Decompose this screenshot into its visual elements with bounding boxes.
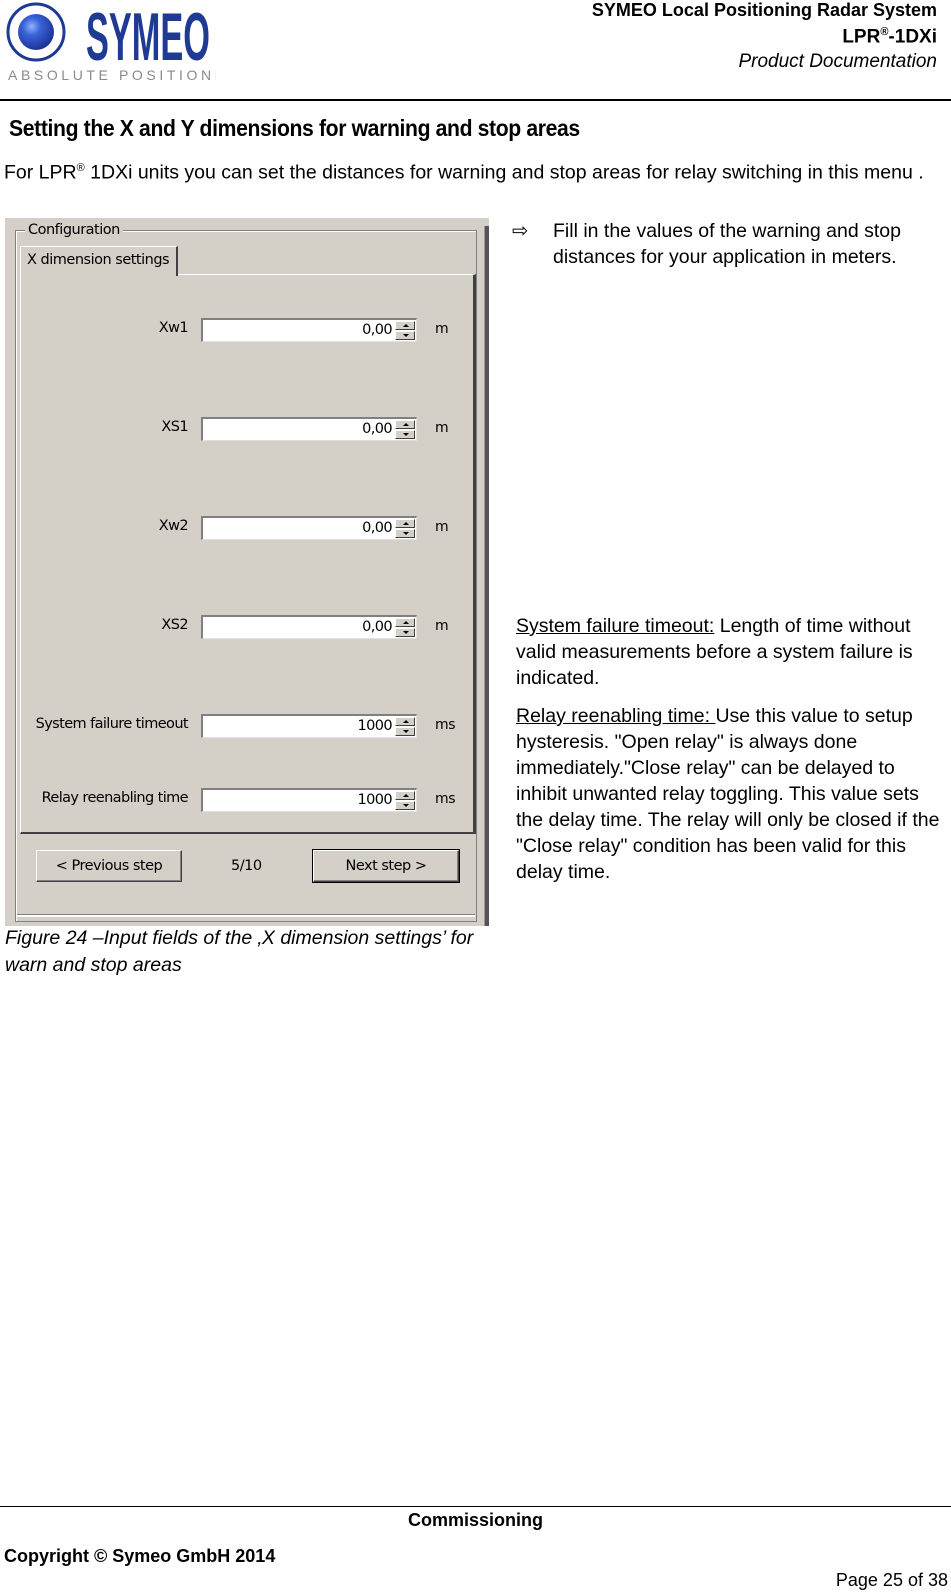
xw1-value: 0,00	[362, 322, 392, 338]
xs1-input[interactable]: 0,00	[201, 417, 417, 441]
spin-up-icon[interactable]	[395, 420, 415, 429]
instruction-bullet: Fill in the values of the warning and st…	[553, 220, 901, 268]
definition-text: Use this value to setup hysteresis. "Ope…	[516, 705, 940, 883]
system-failure-timeout-spinner[interactable]	[395, 717, 415, 737]
field-label-xs1: XS1	[161, 419, 188, 435]
tab-x-dimension-settings[interactable]: X dimension settings	[20, 246, 178, 276]
xs1-spinner[interactable]	[395, 420, 415, 440]
field-label-relay-reenabling-time: Relay reenabling time	[41, 790, 189, 806]
intro-paragraph: For LPR® 1DXi units you can set the dist…	[4, 155, 949, 186]
footer-divider	[0, 1506, 951, 1507]
field-label-xs2: XS2	[161, 617, 188, 633]
arrow-right-icon: ⇨	[512, 220, 529, 242]
footer-section: Commissioning	[407, 1510, 543, 1530]
xs1-value: 0,00	[362, 421, 392, 437]
spin-up-icon[interactable]	[395, 519, 415, 528]
relay-reenabling-time-description: Relay reenabling time: Use this value to…	[516, 703, 946, 885]
footer-copyright: Copyright © Symeo GmbH 2014	[4, 1546, 276, 1566]
spin-up-icon[interactable]	[395, 791, 415, 800]
system-failure-timeout-input[interactable]: 1000	[201, 714, 417, 738]
product-prefix: LPR	[842, 26, 881, 48]
field-label-xw1: Xw1	[158, 320, 189, 336]
section-heading: Setting the X and Y dimensions for warni…	[9, 115, 580, 141]
xw2-value: 0,00	[362, 520, 392, 536]
system-failure-timeout-description: System failure timeout: Length of time w…	[516, 613, 946, 691]
spin-down-icon[interactable]	[395, 628, 415, 637]
relay-reenabling-time-input[interactable]: 1000	[201, 788, 417, 812]
step-indicator: 5/10	[231, 858, 262, 874]
header-title: SYMEO Local Positioning Radar System	[591, 0, 937, 20]
xs2-unit: m	[435, 618, 449, 634]
field-label-xw2: Xw2	[158, 518, 189, 534]
spin-up-icon[interactable]	[395, 321, 415, 330]
dialog-edge	[484, 226, 489, 926]
page-number: Page 25 of 38	[835, 1570, 948, 1590]
xw1-input[interactable]: 0,00	[201, 318, 417, 342]
spin-down-icon[interactable]	[395, 430, 415, 439]
header-doc-type: Product Documentation	[738, 51, 937, 73]
registered-mark: ®	[76, 162, 85, 174]
figure-caption: Figure 24 –Input fields of the ‚X dimens…	[5, 927, 474, 976]
xs2-spinner[interactable]	[395, 618, 415, 638]
spin-down-icon[interactable]	[395, 801, 415, 810]
document-header: SYMEO Local Positioning Radar System LPR…	[592, 0, 937, 75]
spin-down-icon[interactable]	[395, 529, 415, 538]
xw2-unit: m	[435, 519, 449, 535]
xw2-spinner[interactable]	[395, 519, 415, 539]
term-system-failure-timeout: System failure timeout:	[516, 615, 715, 637]
spin-down-icon[interactable]	[395, 727, 415, 736]
symeo-sphere-icon: SYMEO ABSOLUTE POSITIONING	[6, 0, 247, 83]
xw1-spinner[interactable]	[395, 321, 415, 341]
previous-step-button[interactable]: < Previous step	[36, 850, 182, 882]
relay-reenabling-time-value: 1000	[357, 792, 392, 808]
x-dimension-panel	[20, 274, 476, 834]
spin-up-icon[interactable]	[395, 618, 415, 627]
configuration-group-label: Configuration	[25, 222, 123, 238]
relay-reenabling-time-spinner[interactable]	[395, 791, 415, 811]
xw2-input[interactable]: 0,00	[201, 516, 417, 540]
xs2-value: 0,00	[362, 619, 392, 635]
intro-prefix: For LPR	[4, 161, 77, 184]
relay-reenabling-time-unit: ms	[435, 791, 456, 807]
config-dialog-screenshot: Configuration X dimension settings Xw1 0…	[5, 218, 489, 926]
system-failure-timeout-unit: ms	[435, 717, 456, 733]
symeo-logo: SYMEO ABSOLUTE POSITIONING	[6, 0, 247, 84]
header-product: LPR®-1DXi	[592, 20, 937, 49]
xs1-unit: m	[435, 420, 449, 436]
symeo-tagline: ABSOLUTE POSITIONING	[8, 67, 216, 83]
spin-up-icon[interactable]	[395, 717, 415, 726]
symeo-wordmark: SYMEO	[86, 2, 210, 75]
term-relay-reenabling-time: Relay reenabling time:	[516, 705, 716, 727]
product-suffix: -1DXi	[888, 26, 937, 48]
header-divider	[0, 99, 951, 101]
intro-rest: 1DXi units you can set the distances for…	[84, 161, 924, 184]
xw1-unit: m	[435, 321, 449, 337]
field-label-system-failure-timeout: System failure timeout	[35, 716, 189, 732]
spin-down-icon[interactable]	[395, 331, 415, 340]
system-failure-timeout-value: 1000	[357, 718, 392, 734]
next-step-button[interactable]: Next step >	[312, 849, 460, 883]
group-bottom-edge	[17, 914, 475, 917]
xs2-input[interactable]: 0,00	[201, 615, 417, 639]
